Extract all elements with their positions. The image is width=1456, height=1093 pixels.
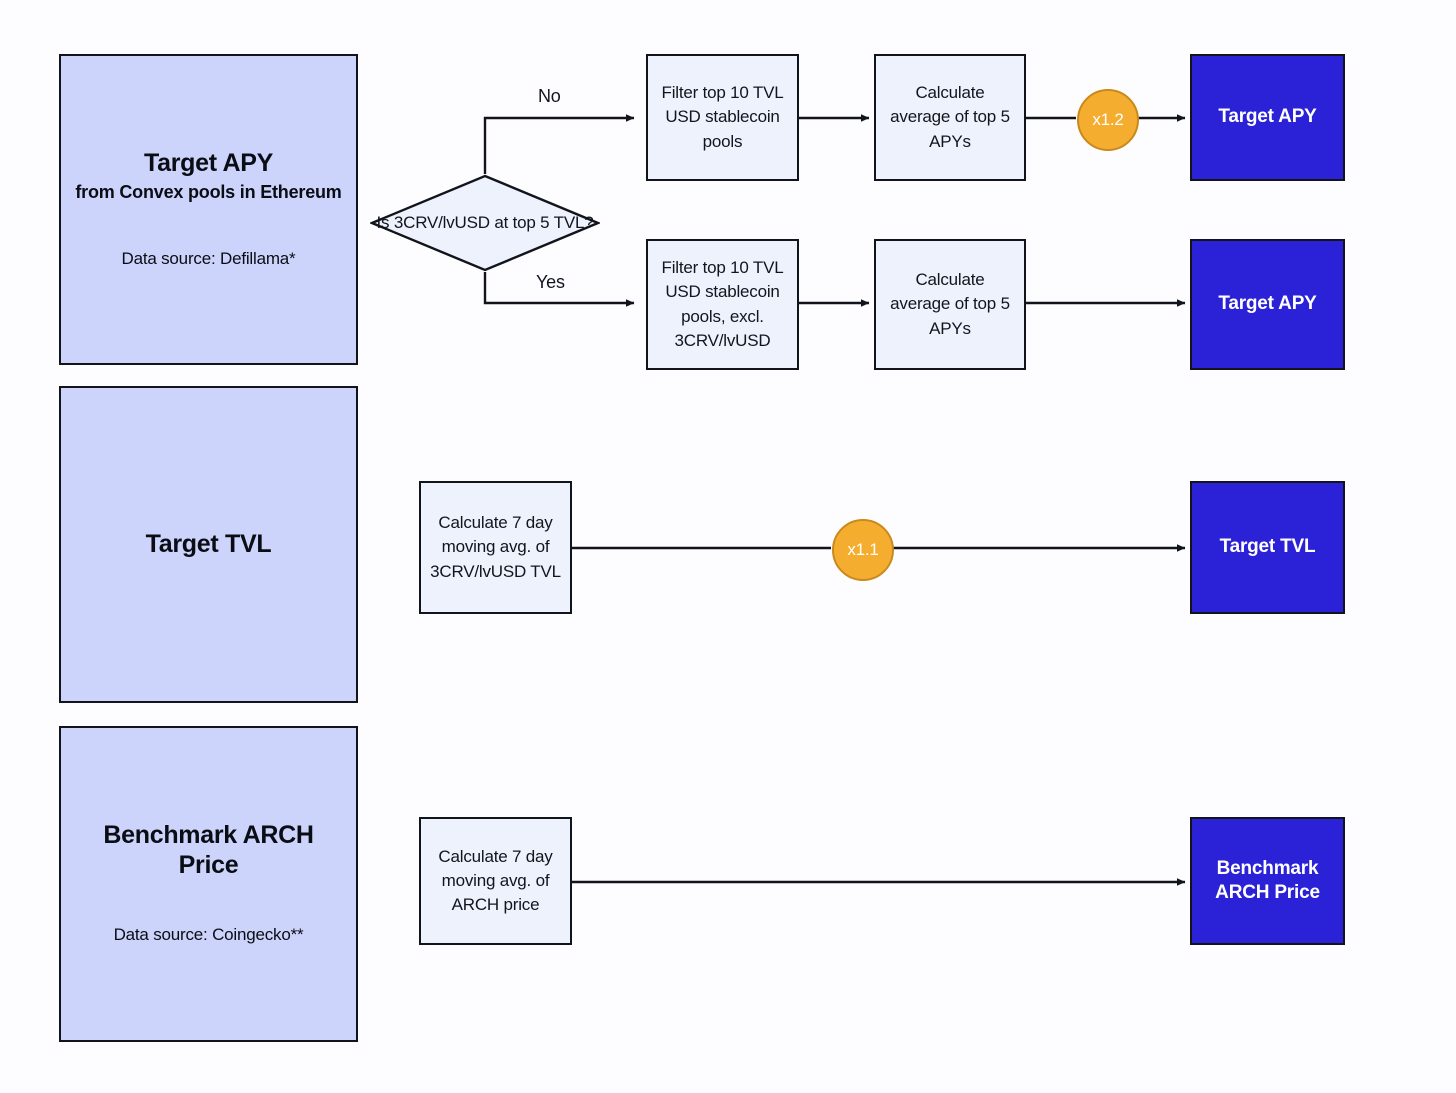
result-target-apy-no-label: Target APY bbox=[1218, 106, 1317, 128]
decision-diamond-shape bbox=[368, 174, 602, 272]
process-average-top5-apys-no-label: Calculate average of top 5 APYs bbox=[890, 83, 1010, 151]
panel-target-tvl-title: Target TVL bbox=[145, 529, 272, 558]
process-average-top5-apys-no[interactable]: Calculate average of top 5 APYs bbox=[874, 54, 1026, 181]
process-filter-top10-pools[interactable]: Filter top 10 TVL USD stablecoin pools bbox=[646, 54, 799, 181]
panel-target-apy: Target APY from Convex pools in Ethereum… bbox=[59, 54, 358, 365]
flowchart-canvas: Target APY from Convex pools in Ethereum… bbox=[0, 0, 1456, 1093]
process-average-top5-apys-yes-label: Calculate average of top 5 APYs bbox=[890, 270, 1010, 338]
panel-target-apy-title: Target APY bbox=[144, 149, 273, 177]
result-target-tvl-label: Target TVL bbox=[1219, 536, 1316, 558]
result-benchmark-arch-price: Benchmark ARCH Price bbox=[1190, 817, 1345, 945]
edge-label-no: No bbox=[538, 86, 561, 106]
edge-decision-no bbox=[483, 114, 635, 174]
process-average-top5-apys-yes[interactable]: Calculate average of top 5 APYs bbox=[874, 239, 1026, 370]
panel-benchmark-arch-price-source: Data source: Coingecko** bbox=[113, 925, 304, 945]
multiplier-x1-2[interactable]: x1.2 bbox=[1077, 89, 1139, 151]
panel-target-tvl: Target TVL bbox=[59, 386, 358, 703]
process-tvl-moving-average[interactable]: Calculate 7 day moving avg. of 3CRV/lvUS… bbox=[419, 481, 572, 614]
process-tvl-moving-average-label: Calculate 7 day moving avg. of 3CRV/lvUS… bbox=[430, 513, 561, 581]
result-target-apy-yes: Target APY bbox=[1190, 239, 1345, 370]
panel-benchmark-arch-price-title: Benchmark ARCH Price bbox=[103, 821, 314, 879]
multiplier-x1-2-label: x1.2 bbox=[1092, 110, 1124, 129]
panel-target-apy-source: Data source: Defillama* bbox=[121, 248, 296, 268]
result-target-apy-yes-label: Target APY bbox=[1218, 293, 1317, 315]
multiplier-x1-1[interactable]: x1.1 bbox=[832, 519, 894, 581]
result-benchmark-arch-price-label: Benchmark ARCH Price bbox=[1215, 857, 1320, 903]
process-arch-price-moving-average-label: Calculate 7 day moving avg. of ARCH pric… bbox=[438, 846, 553, 915]
result-target-apy-no: Target APY bbox=[1190, 54, 1345, 181]
panel-benchmark-arch-price: Benchmark ARCH Price Data source: Coinge… bbox=[59, 726, 358, 1042]
panel-target-apy-subtitle: from Convex pools in Ethereum bbox=[75, 181, 342, 202]
process-filter-top10-pools-label: Filter top 10 TVL USD stablecoin pools bbox=[661, 83, 784, 151]
process-arch-price-moving-average[interactable]: Calculate 7 day moving avg. of ARCH pric… bbox=[419, 817, 572, 945]
multiplier-x1-1-label: x1.1 bbox=[847, 540, 879, 559]
decision-3crv-top5-tvl[interactable]: Is 3CRV/lvUSD at top 5 TVL? bbox=[368, 174, 602, 272]
process-filter-top10-pools-excl-label: Filter top 10 TVL USD stablecoin pools, … bbox=[661, 257, 784, 350]
process-filter-top10-pools-excl[interactable]: Filter top 10 TVL USD stablecoin pools, … bbox=[646, 239, 799, 370]
result-target-tvl: Target TVL bbox=[1190, 481, 1345, 614]
edge-label-yes: Yes bbox=[536, 272, 565, 292]
